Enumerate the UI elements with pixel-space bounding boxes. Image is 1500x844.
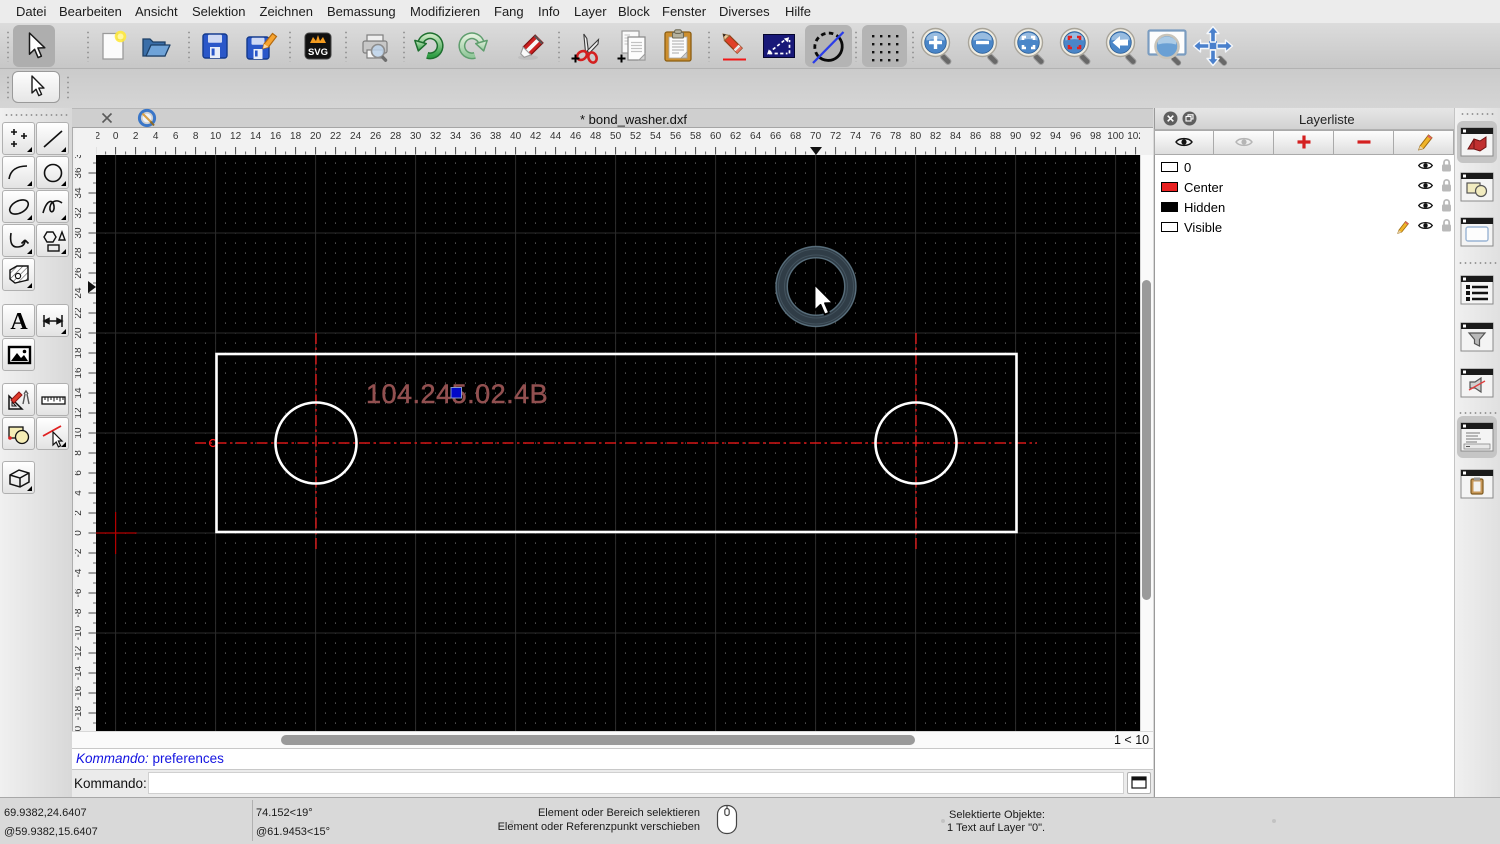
svg-text:SVG: SVG [308,47,328,58]
svg-text:A: A [10,309,28,335]
